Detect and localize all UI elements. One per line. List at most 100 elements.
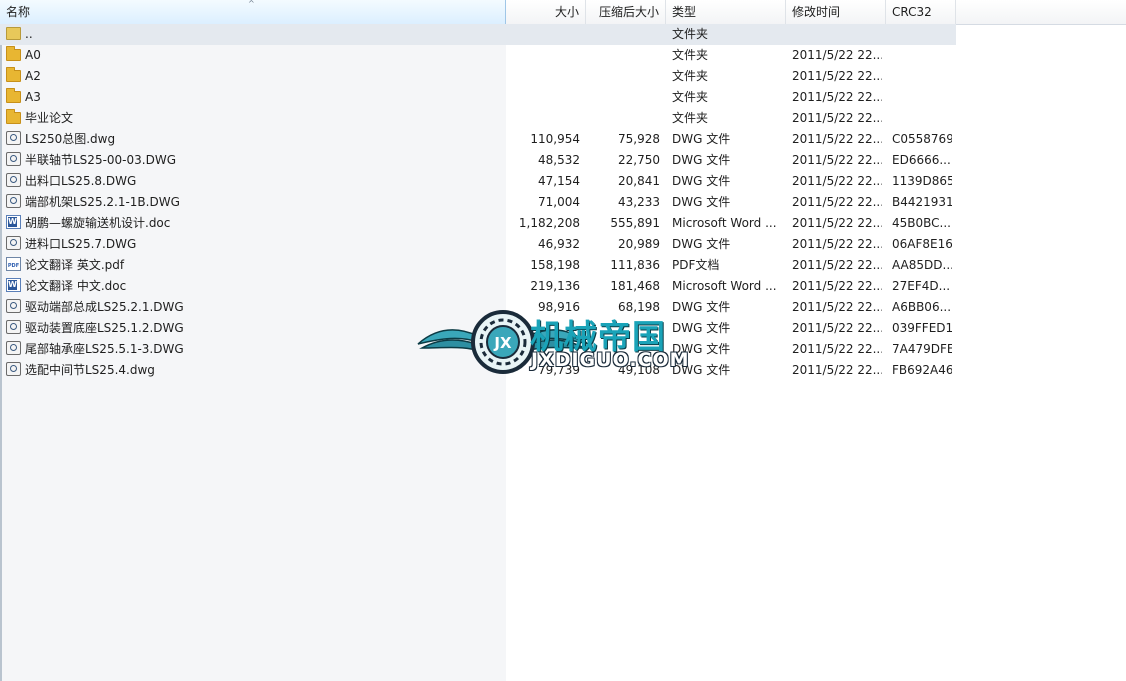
file-type: 文件夹 bbox=[672, 48, 709, 62]
file-size: 48,532 bbox=[538, 153, 580, 167]
word-doc-icon bbox=[6, 278, 21, 292]
column-header-size-label: 大小 bbox=[554, 5, 579, 19]
file-name: 选配中间节LS25.4.dwg bbox=[25, 363, 155, 377]
file-type: 文件夹 bbox=[672, 90, 709, 104]
file-size: 110,954 bbox=[530, 132, 580, 146]
file-name: .. bbox=[25, 27, 33, 41]
file-packed-size bbox=[580, 45, 660, 66]
dwg-file-icon bbox=[6, 341, 21, 355]
file-crc32: 06AF8E16 bbox=[892, 237, 952, 251]
file-size bbox=[506, 108, 580, 129]
file-type: DWG 文件 bbox=[672, 153, 731, 167]
file-modified: 2011/5/22 22... bbox=[792, 132, 882, 146]
file-row[interactable]: 出料口LS25.8.DWG 47,154 20,841 DWG 文件 2011/… bbox=[0, 171, 956, 192]
file-row-folder[interactable]: 毕业论文 文件夹 2011/5/22 22... bbox=[0, 108, 956, 129]
file-type: DWG 文件 bbox=[672, 132, 731, 146]
file-size: 1,182,208 bbox=[518, 216, 580, 230]
column-header-modified-label: 修改时间 bbox=[792, 5, 841, 19]
file-row-parent[interactable]: .. 文件夹 bbox=[0, 24, 956, 45]
file-row[interactable]: 尾部轴承座LS25.5.1-3.DWG DWG 文件 2011/5/22 22.… bbox=[0, 339, 956, 360]
file-modified: 2011/5/22 22... bbox=[792, 90, 882, 104]
file-crc32: AA85DD... bbox=[892, 258, 952, 272]
column-header-type[interactable]: 类型 bbox=[666, 0, 786, 24]
file-row[interactable]: LS250总图.dwg 110,954 75,928 DWG 文件 2011/5… bbox=[0, 129, 956, 150]
file-packed-size bbox=[580, 108, 660, 129]
file-crc32: B4421931 bbox=[892, 195, 952, 209]
file-type: DWG 文件 bbox=[672, 237, 731, 251]
file-modified: 2011/5/22 22... bbox=[792, 195, 882, 209]
file-type: DWG 文件 bbox=[672, 321, 731, 335]
file-crc32: C0558769 bbox=[892, 132, 952, 146]
file-name: A3 bbox=[25, 90, 41, 104]
file-packed-size: 20,989 bbox=[618, 237, 660, 251]
folder-icon bbox=[6, 109, 21, 124]
file-crc32: 7A479DFE bbox=[892, 342, 952, 356]
sort-ascending-icon: ^ bbox=[248, 0, 255, 8]
file-packed-size: 555,891 bbox=[610, 216, 660, 230]
column-header-name-label: 名称 bbox=[6, 5, 31, 19]
file-type: 文件夹 bbox=[672, 69, 709, 83]
file-row[interactable]: 驱动端部总成LS25.2.1.DWG 98,916 68,198 DWG 文件 … bbox=[0, 297, 956, 318]
column-header-crc32[interactable]: CRC32 bbox=[886, 0, 956, 24]
column-header-type-label: 类型 bbox=[672, 5, 697, 19]
dwg-file-icon bbox=[6, 320, 21, 334]
folder-up-icon bbox=[6, 27, 21, 40]
dwg-file-icon bbox=[6, 173, 21, 187]
file-modified: 2011/5/22 22... bbox=[792, 300, 882, 314]
column-header-crc32-label: CRC32 bbox=[892, 5, 932, 19]
file-size: 46,932 bbox=[538, 237, 580, 251]
file-name: A2 bbox=[25, 69, 41, 83]
file-row[interactable]: 半联轴节LS25-00-03.DWG 48,532 22,750 DWG 文件 … bbox=[0, 150, 956, 171]
dwg-file-icon bbox=[6, 131, 21, 145]
column-header-packed-size-label: 压缩后大小 bbox=[598, 5, 659, 19]
file-modified: 2011/5/22 22... bbox=[792, 174, 882, 188]
file-crc32 bbox=[892, 108, 952, 129]
folder-icon bbox=[6, 46, 21, 61]
file-packed-size: 22,750 bbox=[618, 153, 660, 167]
file-size bbox=[506, 87, 580, 108]
watermark-url: JXDIGUO.COM bbox=[531, 349, 690, 371]
file-modified: 2011/5/22 22... bbox=[792, 69, 882, 83]
file-row-folder[interactable]: A0 文件夹 2011/5/22 22... bbox=[0, 45, 956, 66]
file-modified: 2011/5/22 22... bbox=[792, 111, 882, 125]
file-modified: 2011/5/22 22... bbox=[792, 216, 882, 230]
file-modified: 2011/5/22 22... bbox=[792, 153, 882, 167]
file-name: LS250总图.dwg bbox=[25, 132, 116, 146]
dwg-file-icon bbox=[6, 236, 21, 250]
file-row[interactable]: 论文翻译 中文.doc 219,136 181,468 Microsoft Wo… bbox=[0, 276, 956, 297]
file-row-folder[interactable]: A3 文件夹 2011/5/22 22... bbox=[0, 87, 956, 108]
column-header-bar: 名称 ^ 大小 压缩后大小 类型 修改时间 CRC32 bbox=[0, 0, 1126, 25]
file-row[interactable]: 端部机架LS25.2.1-1B.DWG 71,004 43,233 DWG 文件… bbox=[0, 192, 956, 213]
file-row[interactable]: 驱动装置底座LS25.1.2.DWG DWG 文件 2011/5/22 22..… bbox=[0, 318, 956, 339]
column-header-modified[interactable]: 修改时间 bbox=[786, 0, 886, 24]
file-row[interactable]: 论文翻译 英文.pdf 158,198 111,836 PDF文档 2011/5… bbox=[0, 255, 956, 276]
file-row-folder[interactable]: A2 文件夹 2011/5/22 22... bbox=[0, 66, 956, 87]
file-row[interactable]: 进料口LS25.7.DWG 46,932 20,989 DWG 文件 2011/… bbox=[0, 234, 956, 255]
file-modified bbox=[792, 24, 882, 45]
file-name: 进料口LS25.7.DWG bbox=[25, 237, 137, 251]
file-name: 尾部轴承座LS25.5.1-3.DWG bbox=[25, 342, 184, 356]
file-row[interactable]: 胡鹏—螺旋输送机设计.doc 1,182,208 555,891 Microso… bbox=[0, 213, 956, 234]
file-crc32 bbox=[892, 66, 952, 87]
file-type: Microsoft Word ... bbox=[672, 216, 777, 230]
column-header-size[interactable]: 大小 bbox=[506, 0, 586, 24]
column-header-packed-size[interactable]: 压缩后大小 bbox=[586, 0, 666, 24]
file-type: 文件夹 bbox=[672, 27, 709, 41]
file-packed-size: 75,928 bbox=[618, 132, 660, 146]
file-row[interactable]: 选配中间节LS25.4.dwg 79,739 49,108 DWG 文件 201… bbox=[0, 360, 956, 381]
file-size: 47,154 bbox=[538, 174, 580, 188]
file-packed-size bbox=[580, 24, 660, 45]
file-type: 文件夹 bbox=[672, 111, 709, 125]
file-modified: 2011/5/22 22... bbox=[792, 279, 882, 293]
file-packed-size: 181,468 bbox=[610, 279, 660, 293]
file-crc32: ED6666... bbox=[892, 153, 951, 167]
file-modified: 2011/5/22 22... bbox=[792, 237, 882, 251]
dwg-file-icon bbox=[6, 362, 21, 376]
file-name: 毕业论文 bbox=[25, 111, 74, 125]
file-name: 论文翻译 英文.pdf bbox=[25, 258, 125, 272]
file-type: PDF文档 bbox=[672, 258, 720, 272]
folder-icon bbox=[6, 67, 21, 82]
file-name: 出料口LS25.8.DWG bbox=[25, 174, 137, 188]
dwg-file-icon bbox=[6, 299, 21, 313]
word-doc-icon bbox=[6, 215, 21, 229]
